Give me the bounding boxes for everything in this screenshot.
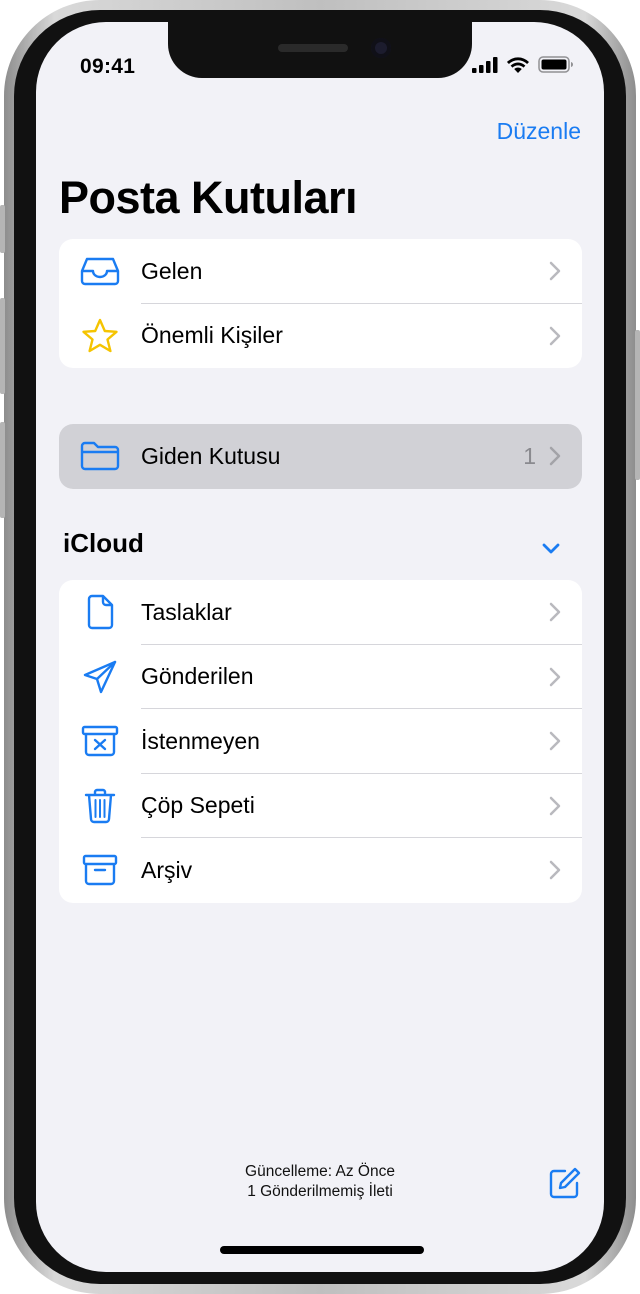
compose-icon[interactable] [548,1166,582,1200]
screen: 09:41 Düzenle Posta Kutuları Gelen Öneml… [36,22,604,1272]
mailbox-label: Gönderilen [141,663,254,690]
unsent-count-badge: 1 [523,442,536,469]
page-title: Posta Kutuları [59,172,358,223]
mailbox-label: Önemli Kişiler [141,322,283,349]
mailbox-label: Taslaklar [141,598,232,625]
mailbox-label: Giden Kutusu [141,442,281,469]
mailbox-label: Arşiv [141,856,193,883]
junk-bin-icon [79,723,121,759]
sync-status: Güncelleme: Az Önce 1 Gönderilmemiş İlet… [36,1162,604,1202]
chevron-right-icon [549,326,561,345]
account-folders-list: Taslaklar Gönderilen İstenmeyen Çöp Sepe… [59,580,582,903]
chevron-right-icon [549,262,561,281]
mailbox-row-archive[interactable]: Arşiv [59,838,582,903]
home-indicator[interactable] [220,1246,424,1254]
edit-button[interactable]: Düzenle [497,118,581,145]
inbox-icon [79,253,121,289]
mailbox-row-vips[interactable]: Önemli Kişiler [59,304,582,369]
status-time: 09:41 [80,55,136,78]
earpiece-speaker [278,44,348,52]
mailbox-label: Gelen [141,257,203,284]
status-icons [472,56,574,73]
chevron-right-icon [549,796,561,815]
wifi-icon [507,57,529,73]
battery-icon [538,56,573,73]
mailbox-row-junk[interactable]: İstenmeyen [59,709,582,774]
chevron-right-icon [549,603,561,622]
last-updated-text: Güncelleme: Az Önce [245,1163,395,1180]
mailbox-row-drafts[interactable]: Taslaklar [59,580,582,645]
front-camera [371,38,391,58]
volume-up-button [0,298,5,394]
side-button [635,330,640,480]
trash-icon [79,788,121,824]
notch [168,22,472,78]
paper-plane-icon [79,659,121,695]
mailbox-label: Çöp Sepeti [141,792,255,819]
outbox-list: Giden Kutusu 1 [59,424,582,489]
archive-box-icon [79,852,121,888]
cellular-signal-icon [472,56,498,73]
mailbox-row-inbox[interactable]: Gelen [59,239,582,304]
chevron-right-icon [549,447,561,466]
mailbox-row-outbox[interactable]: Giden Kutusu 1 [59,424,582,489]
chevron-right-icon [549,732,561,751]
primary-mailboxes-list: Gelen Önemli Kişiler [59,239,582,368]
mailbox-row-trash[interactable]: Çöp Sepeti [59,774,582,838]
mailbox-label: İstenmeyen [141,727,260,754]
chevron-down-icon[interactable] [541,541,561,555]
star-icon [79,318,121,354]
account-section-header[interactable]: iCloud [63,528,144,559]
chevron-right-icon [549,861,561,880]
draft-document-icon [79,594,121,630]
volume-down-button [0,422,5,518]
unsent-messages-text: 1 Gönderilmemiş İleti [247,1183,393,1200]
mute-switch [0,205,5,253]
chevron-right-icon [549,667,561,686]
folder-icon [79,438,121,474]
mailbox-row-sent[interactable]: Gönderilen [59,645,582,709]
